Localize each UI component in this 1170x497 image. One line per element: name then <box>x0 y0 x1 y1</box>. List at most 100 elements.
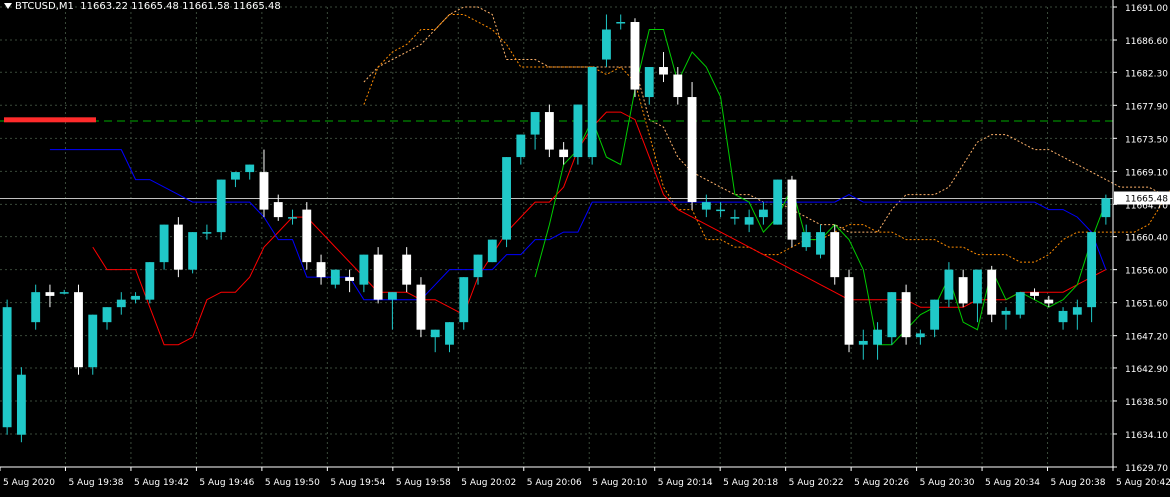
candle-body <box>744 217 754 225</box>
time-tick-label: 5 Aug 19:46 <box>199 478 254 488</box>
price-tick-label: 11647.20 <box>1125 333 1168 343</box>
price-tick-label: 11642.90 <box>1125 365 1168 375</box>
position-marker <box>4 117 96 123</box>
candle-body <box>16 374 26 435</box>
candle-body <box>259 172 269 210</box>
candle-body <box>930 299 940 330</box>
price-tick-label: 11629.70 <box>1125 464 1168 474</box>
candle-body <box>730 217 740 219</box>
candle-body <box>673 74 683 98</box>
low-value: 11661.58 <box>182 1 230 12</box>
candle-body <box>302 209 312 263</box>
candle-body <box>216 179 226 233</box>
candle-body <box>1101 198 1111 218</box>
price-tick-label: 11669.10 <box>1125 168 1168 178</box>
time-tick-label: 5 Aug 20:14 <box>658 478 713 488</box>
candle-body <box>502 157 511 240</box>
candle-body <box>1030 292 1039 296</box>
candle-body <box>1058 310 1068 323</box>
price-tick-label: 11651.60 <box>1125 300 1168 310</box>
candle-body <box>445 322 454 345</box>
candle-body <box>459 277 469 323</box>
time-tick-label: 5 Aug 19:50 <box>265 478 320 488</box>
candle <box>987 265 997 323</box>
candle-body <box>773 179 783 225</box>
candle-body <box>202 232 212 234</box>
time-tick-label: 5 Aug 20:22 <box>789 478 844 488</box>
candle-body <box>1044 299 1054 304</box>
candle <box>830 224 840 285</box>
time-tick-label: 5 Aug 2020 <box>3 478 55 488</box>
time-tick-label: 5 Aug 20:30 <box>920 478 975 488</box>
candle-body <box>701 202 711 210</box>
candle-body <box>473 254 483 278</box>
candle <box>373 247 383 304</box>
candle-body <box>145 262 155 300</box>
candle-body <box>74 292 83 368</box>
candle-body <box>587 67 597 158</box>
candle-body <box>858 340 868 345</box>
candle-body <box>873 329 882 345</box>
candle <box>573 104 583 165</box>
time-tick-label: 5 Aug 20:10 <box>592 478 647 488</box>
candle <box>188 232 198 274</box>
price-tick-label: 11638.50 <box>1125 398 1168 408</box>
candle-body <box>801 232 811 248</box>
candle <box>74 284 83 375</box>
time-tick-label: 5 Aug 20:42 <box>1116 478 1170 488</box>
price-tick-label: 11656.00 <box>1125 267 1168 277</box>
candle <box>1015 292 1025 319</box>
candle-body <box>616 22 626 24</box>
time-tick-label: 5 Aug 20:18 <box>723 478 778 488</box>
candle-body <box>273 202 283 218</box>
candle-body <box>245 164 255 173</box>
candle-body <box>59 292 69 294</box>
candle-body <box>530 112 540 135</box>
price-tick-label: 11677.90 <box>1125 102 1168 112</box>
chart-header: BTCUSD,M1 11663.22 11665.48 11661.58 116… <box>4 1 281 12</box>
candle-body <box>430 329 440 338</box>
candle-body <box>1087 232 1097 308</box>
chart-root[interactable]: 11691.00 11686.60 11682.30 11677.90 11673.50… <box>0 0 1170 493</box>
high-value: 11665.48 <box>131 1 179 12</box>
candle-body <box>602 29 611 60</box>
candle-body <box>116 299 126 308</box>
candle <box>2 299 12 435</box>
candle-body <box>758 209 768 218</box>
candle <box>630 18 640 98</box>
candle <box>88 314 98 375</box>
price-tick-label: 11686.60 <box>1125 37 1168 47</box>
symbol-label: BTCUSD,M1 <box>15 1 74 12</box>
candle-body <box>644 67 654 98</box>
candle-body <box>573 104 583 158</box>
candle-body <box>288 217 297 219</box>
collapse-triangle-icon[interactable] <box>4 3 12 9</box>
candle <box>773 179 783 225</box>
candle <box>502 157 511 248</box>
candle-body <box>316 262 326 278</box>
candle-body <box>559 149 569 158</box>
candle-body <box>830 232 840 278</box>
price-chart[interactable]: 11691.00 11686.60 11682.30 11677.90 11673.50… <box>0 0 1170 493</box>
time-tick-label: 5 Aug 20:34 <box>985 478 1040 488</box>
candle <box>487 239 497 263</box>
candle-body <box>159 224 169 263</box>
time-tick-label: 5 Aug 19:54 <box>330 478 385 488</box>
candle-body <box>716 209 726 212</box>
candle-body <box>659 67 668 75</box>
candle-body <box>359 254 369 285</box>
close-value: 11665.48 <box>232 1 281 12</box>
candle-body <box>387 292 397 300</box>
candle <box>145 262 155 304</box>
candle-body <box>487 239 497 263</box>
candle-body <box>687 97 697 203</box>
candle <box>587 67 597 165</box>
candle-body <box>887 292 897 338</box>
candle-body <box>416 284 426 330</box>
time-tick-label: 5 Aug 19:58 <box>396 478 451 488</box>
candle-body <box>1001 310 1011 315</box>
candle <box>216 179 226 240</box>
candle-body <box>330 269 340 285</box>
candle <box>544 104 554 158</box>
candle-body <box>987 269 997 315</box>
